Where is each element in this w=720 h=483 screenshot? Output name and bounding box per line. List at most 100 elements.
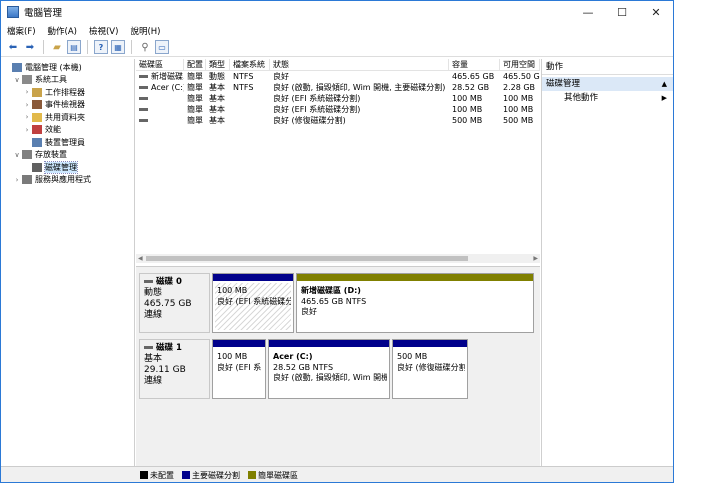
tree-item-label: 效能 <box>45 125 61 135</box>
disk-label[interactable]: 磁碟 1 基本 29.11 GB 連線 <box>139 339 210 399</box>
tree-item[interactable]: 裝置管理員 <box>1 136 134 149</box>
close-button[interactable]: ✕ <box>639 1 673 23</box>
window-controls: — ☐ ✕ <box>571 1 673 23</box>
minimize-button[interactable]: — <box>571 1 605 23</box>
scroll-right-icon[interactable]: ▶ <box>533 254 538 263</box>
table-cell <box>230 104 270 115</box>
chevron-right-icon[interactable]: › <box>23 101 31 109</box>
up-folder-icon[interactable]: ▰ <box>50 40 64 54</box>
legend-item: 未配置 <box>140 470 174 481</box>
disk-size: 465.75 GB <box>144 299 192 309</box>
table-cell: Acer (C:) <box>151 83 184 92</box>
tree-item[interactable]: ∨ 存放裝置 <box>1 149 134 162</box>
column-header[interactable]: 可用空間 <box>500 59 540 70</box>
horizontal-scrollbar[interactable]: ◀ ▶ <box>136 254 540 263</box>
table-row[interactable]: 簡單 基本 良好 (EFI 系統磁碟分割) 100 MB 100 MB <box>136 104 540 115</box>
table-cell: 500 MB <box>452 116 483 125</box>
menu-action[interactable]: 動作(A) <box>48 25 77 37</box>
tree-item[interactable]: 電腦管理 (本機) <box>1 61 134 74</box>
help-icon[interactable]: ? <box>94 40 108 54</box>
column-header[interactable]: 容量 <box>449 59 500 70</box>
connect-icon[interactable]: ⚲ <box>138 40 152 54</box>
disk-icon <box>144 280 153 283</box>
disk-label[interactable]: 磁碟 0 動態 465.75 GB 連線 <box>139 273 210 333</box>
disk-status: 連線 <box>144 310 163 320</box>
tree-item[interactable]: › 工作排程器 <box>1 86 134 99</box>
scroll-left-icon[interactable]: ◀ <box>138 254 143 263</box>
disk-type: 動態 <box>144 288 163 298</box>
menu-file[interactable]: 檔案(F) <box>7 25 36 37</box>
scroll-thumb[interactable] <box>146 256 468 261</box>
table-cell: 100 MB <box>503 105 534 114</box>
volume-icon <box>139 119 148 122</box>
column-header[interactable]: 磁碟區 <box>136 59 184 70</box>
legend-label: 主要磁碟分割 <box>192 470 240 480</box>
tree-item-label: 存放裝置 <box>35 150 67 160</box>
table-cell: 簡單 <box>187 83 203 92</box>
partition-color-bar <box>213 340 265 347</box>
table-cell: 基本 <box>209 116 225 125</box>
table-cell: 500 MB <box>503 116 534 125</box>
volume-table-body: 新增磁碟...簡單動態NTFS良好465.65 GB465.50 GAcer (… <box>136 71 540 126</box>
column-header[interactable]: 狀態 <box>270 59 449 70</box>
table-row[interactable]: 新增磁碟...簡單動態 NTFS 良好 465.65 GB 465.50 G <box>136 71 540 82</box>
forward-arrow-icon[interactable]: ➡ <box>23 40 37 54</box>
more-actions-item[interactable]: 其他動作 ▶ <box>542 91 673 105</box>
partition[interactable]: 100 MB 良好 (EFI 系統磁碟分 <box>212 273 294 333</box>
tree-item[interactable]: › 服務與應用程式 <box>1 174 134 187</box>
show-hide-tree-icon[interactable]: ▤ <box>67 40 81 54</box>
menu-view[interactable]: 檢視(V) <box>89 25 118 37</box>
table-row[interactable]: Acer (C:) 簡單 基本 NTFS 良好 (啟動, 損毀傾印, Wim 開機, 主… <box>136 82 540 93</box>
tree-item[interactable]: ∨ 系統工具 <box>1 74 134 87</box>
chevron-right-icon[interactable]: › <box>23 126 31 134</box>
table-row[interactable]: 簡單 基本 良好 (修復磁碟分割) 500 MB 500 MB <box>136 115 540 126</box>
partition[interactable]: 500 MB 良好 (修復磁碟分割 <box>392 339 468 399</box>
tree-item[interactable]: › 共用資料夾 <box>1 111 134 124</box>
chevron-right-icon[interactable]: › <box>23 113 31 121</box>
menu-help[interactable]: 說明(H) <box>130 25 160 37</box>
maximize-button[interactable]: ☐ <box>605 1 639 23</box>
table-cell: 基本 <box>209 105 225 114</box>
chevron-down-icon[interactable]: ∨ <box>13 76 21 84</box>
tree-item[interactable]: › 效能 <box>1 124 134 137</box>
table-cell: 100 MB <box>452 94 483 103</box>
partition[interactable]: Acer (C:) 28.52 GB NTFS 良好 (啟動, 損毀傾印, Wim … <box>268 339 390 399</box>
table-row[interactable]: 簡單 基本 良好 (EFI 系統磁碟分割) 100 MB 100 MB <box>136 93 540 104</box>
disk-status: 連線 <box>144 376 163 386</box>
title-bar: 電腦管理 — ☐ ✕ <box>1 1 673 23</box>
disk-management-icon <box>32 162 42 172</box>
back-arrow-icon[interactable]: ⬅ <box>6 40 20 54</box>
column-header[interactable]: 檔案系統 <box>230 59 270 70</box>
services-icon <box>22 175 32 185</box>
disk-management-pane: 磁碟區配置類型檔案系統狀態容量可用空間 新增磁碟...簡單動態NTFS良好465… <box>136 59 540 466</box>
legend-label: 簡單磁碟區 <box>258 470 298 480</box>
storage-icon <box>22 150 32 160</box>
chevron-right-icon[interactable]: › <box>13 176 21 184</box>
disk-size: 29.11 GB <box>144 365 186 375</box>
column-header[interactable]: 類型 <box>206 59 230 70</box>
table-cell: 簡單 <box>187 94 203 103</box>
actions-pane: 動作 磁碟管理 ▲ 其他動作 ▶ <box>541 59 673 466</box>
tree-item-label: 服務與應用程式 <box>35 175 91 185</box>
menu-bar: 檔案(F) 動作(A) 檢視(V) 說明(H) <box>1 23 673 38</box>
column-header[interactable]: 配置 <box>184 59 206 70</box>
toolbar-separator <box>87 40 88 54</box>
chevron-right-icon[interactable]: › <box>23 88 31 96</box>
actions-section-label: 磁碟管理 <box>546 79 581 89</box>
table-cell: 100 MB <box>452 105 483 114</box>
tree-item[interactable]: › 事件檢視器 <box>1 99 134 112</box>
tree-item-label: 共用資料夾 <box>45 112 85 122</box>
tools-icon <box>22 75 32 85</box>
partition-color-bar <box>297 274 533 281</box>
tree-item[interactable]: 磁碟管理 <box>1 160 134 174</box>
properties-icon[interactable]: ▭ <box>155 40 169 54</box>
partition[interactable]: 100 MB 良好 (EFI 系 <box>212 339 266 399</box>
chevron-down-icon[interactable]: ∨ <box>13 151 21 159</box>
partition-name: 新增磁碟區 (D:) <box>301 286 361 295</box>
show-action-pane-icon[interactable]: ▦ <box>111 40 125 54</box>
actions-section-disk-management[interactable]: 磁碟管理 ▲ <box>542 77 673 91</box>
table-cell: NTFS <box>233 72 254 81</box>
legend-item: 簡單磁碟區 <box>248 470 298 481</box>
partition[interactable]: 新增磁碟區 (D:) 465.65 GB NTFS 良好 <box>296 273 534 333</box>
partition-size: 500 MB <box>397 352 428 361</box>
